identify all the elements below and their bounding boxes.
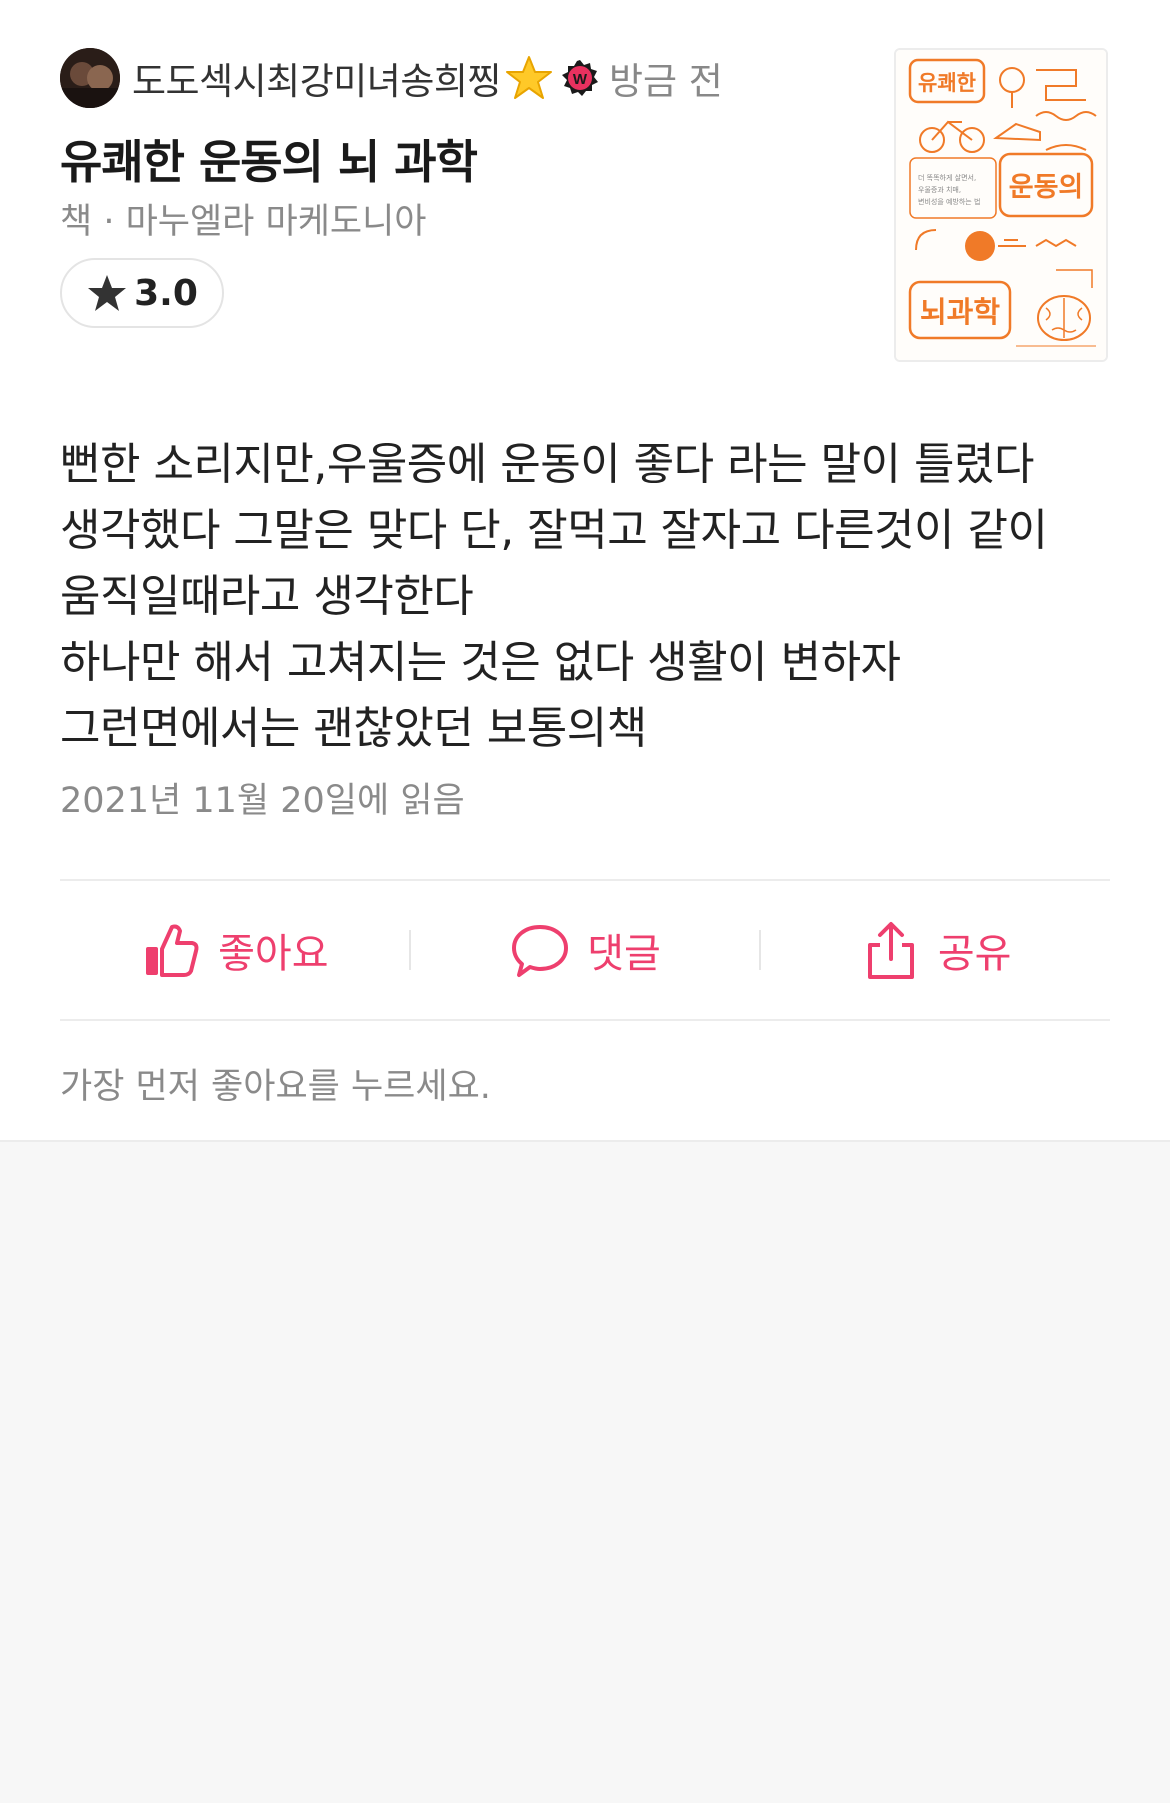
svg-text:더 똑똑하게 살면서,: 더 똑똑하게 살면서, [918, 173, 976, 182]
share-icon [867, 922, 914, 979]
user-avatar[interactable] [60, 48, 120, 108]
review-line: 뻔한 소리지만,우울증에 운동이 좋다 라는 말이 틀렸다 [60, 439, 1034, 490]
review-line: 그런면에서는 괜찮았던 보통의책 [60, 703, 647, 754]
book-title[interactable]: 유쾌한 운동의 뇌 과학 [60, 126, 478, 192]
avatar-image [60, 48, 120, 108]
review-card: 도도섹시최강미녀송희찡 W 방금 전 유쾌한 운동의 뇌 과학 책 · 마누엘라… [0, 0, 1170, 1140]
thumbs-up-icon [146, 924, 199, 977]
book-meta: 책 · 마누엘라 마케도니아 [60, 202, 427, 242]
empty-comments-area [0, 1140, 1170, 1803]
svg-text:변비성을 예방하는 법: 변비성을 예방하는 법 [918, 197, 980, 206]
comment-button[interactable]: 댓글 [411, 881, 760, 1019]
post-header: 도도섹시최강미녀송희찡 W 방금 전 [60, 48, 723, 108]
star-icon [88, 275, 127, 311]
review-line: 하나만 해서 고쳐지는 것은 없다 생활이 변하자 [60, 637, 901, 688]
cover-title-line2: 운동의 [1009, 172, 1084, 203]
read-date: 2021년 11월 20일에 읽음 [60, 781, 465, 821]
share-button[interactable]: 공유 [761, 881, 1110, 1019]
rating-value: 3.0 [134, 272, 198, 314]
review-text: 뻔한 소리지만,우울증에 운동이 좋다 라는 말이 틀렸다 생각했다 그말은 맞… [60, 432, 1120, 762]
share-label: 공유 [937, 931, 1012, 977]
divider [60, 1019, 1110, 1021]
badge-letter: W [573, 71, 588, 88]
cover-title-line3: 뇌과학 [920, 295, 1000, 329]
rating-badge: 3.0 [60, 258, 224, 328]
comment-label: 댓글 [587, 931, 661, 977]
username[interactable]: 도도섹시최강미녀송희찡 [132, 51, 501, 105]
first-like-prompt: 가장 먼저 좋아요를 누르세요. [60, 1067, 491, 1107]
speech-bubble-icon [512, 925, 569, 977]
action-bar: 좋아요 댓글 공유 [60, 881, 1110, 1019]
svg-text:우울증과 치매,: 우울증과 치매, [918, 185, 961, 194]
like-label: 좋아요 [218, 931, 329, 977]
book-cover[interactable]: 유쾌한 더 똑똑하게 살면서, 우울증과 치매, 변비성을 예방하는 법 운동의… [894, 48, 1108, 362]
review-line: 움직일때라고 생각한다 [60, 571, 474, 622]
cover-title-line1: 유쾌한 [918, 71, 976, 95]
book-cover-illustration: 유쾌한 더 똑똑하게 살면서, 우울증과 치매, 변비성을 예방하는 법 운동의… [896, 50, 1106, 360]
post-time: 방금 전 [608, 60, 723, 103]
review-line: 생각했다 그말은 맞다 단, 잘먹고 잘자고 다른것이 같이 [60, 505, 1048, 556]
w-badge-icon: W [561, 60, 598, 96]
star-emoji-icon [505, 56, 552, 99]
like-button[interactable]: 좋아요 [60, 881, 409, 1019]
